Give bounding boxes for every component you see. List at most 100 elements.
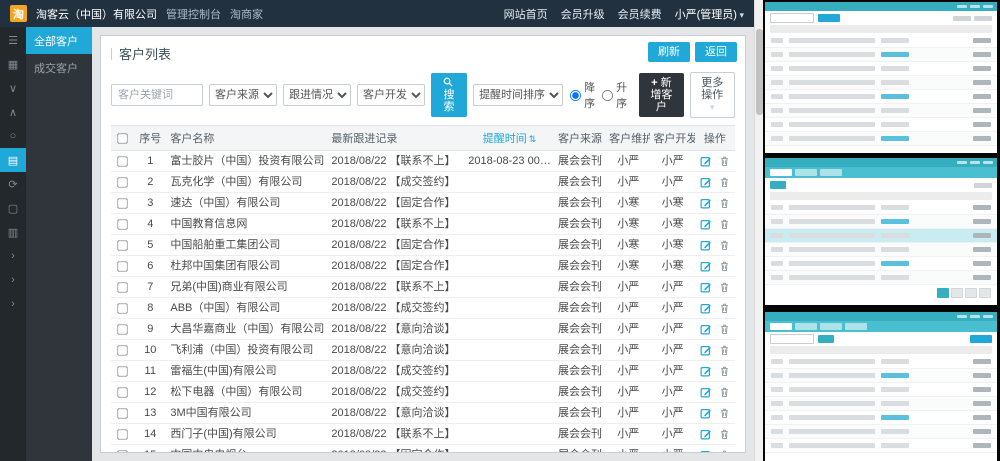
edit-icon[interactable] bbox=[700, 365, 712, 377]
edit-icon[interactable] bbox=[700, 407, 712, 419]
delete-icon[interactable] bbox=[719, 323, 730, 335]
remind-sort-select[interactable]: 提醒时间排序 bbox=[473, 84, 563, 106]
delete-icon[interactable] bbox=[719, 176, 730, 188]
customer-list-icon[interactable] bbox=[0, 148, 26, 172]
table-row: 7 兄弟(中国)商业有限公司 2018/08/22 【联系不上】 展会会刊 小严… bbox=[111, 277, 735, 298]
edit-icon[interactable] bbox=[700, 239, 712, 251]
chevron-up-icon[interactable] bbox=[0, 100, 26, 124]
user-menu[interactable]: 小严(管理员) bbox=[675, 6, 744, 22]
nav-upgrade-link[interactable]: 会员升级 bbox=[561, 6, 605, 22]
followup-select[interactable]: 跟进情况 bbox=[283, 84, 351, 106]
delete-icon[interactable] bbox=[719, 407, 730, 419]
edit-icon[interactable] bbox=[700, 386, 712, 398]
row-checkbox[interactable] bbox=[117, 219, 127, 229]
chevron-right-icon[interactable] bbox=[0, 244, 26, 268]
row-checkbox[interactable] bbox=[117, 177, 127, 187]
delete-icon[interactable] bbox=[719, 302, 730, 314]
nav-renew-link[interactable]: 会员续费 bbox=[618, 6, 662, 22]
box-icon[interactable] bbox=[0, 196, 26, 220]
sidebar-item-all-customers[interactable]: 全部客户 bbox=[26, 27, 92, 54]
row-checkbox[interactable] bbox=[117, 408, 127, 418]
vertical-scrollbar[interactable] bbox=[754, 0, 763, 461]
scrollbar-thumb[interactable] bbox=[756, 29, 763, 115]
cell-maintain: 小严 bbox=[606, 319, 650, 340]
edit-icon[interactable] bbox=[700, 281, 712, 293]
row-checkbox[interactable] bbox=[117, 366, 127, 376]
chevron-right-icon[interactable] bbox=[0, 292, 26, 316]
page-title: 客户列表 bbox=[119, 44, 171, 63]
cell-customer-name: 中国中央电视台 bbox=[167, 445, 328, 452]
row-checkbox[interactable] bbox=[117, 345, 127, 355]
delete-icon[interactable] bbox=[719, 218, 730, 230]
power-icon[interactable] bbox=[0, 124, 26, 148]
edit-icon[interactable] bbox=[700, 155, 712, 167]
header-buttons: 刷新 返回 bbox=[648, 42, 737, 62]
chevron-down-icon[interactable] bbox=[0, 76, 26, 100]
body-row: 全部客户 成交客户 客户列表 刷新 返回 bbox=[0, 27, 754, 461]
cell-source: 展会会刊 bbox=[554, 151, 606, 172]
delete-icon[interactable] bbox=[719, 428, 730, 440]
more-actions-button[interactable]: 更多操作 bbox=[690, 72, 735, 118]
preview-row bbox=[765, 439, 997, 453]
table-header-row: 序号 客户名称 最新跟进记录 提醒时间 客户来源 客户维护 客户开发 操作 bbox=[111, 126, 735, 151]
col-header-remind[interactable]: 提醒时间 bbox=[465, 126, 554, 151]
sort-desc-option[interactable]: 降序 bbox=[569, 79, 595, 111]
col-header-no: 序号 bbox=[133, 126, 167, 151]
nav-shop-link[interactable]: 淘商家 bbox=[230, 6, 263, 22]
delete-icon[interactable] bbox=[719, 197, 730, 209]
back-button[interactable]: 返回 bbox=[695, 42, 737, 62]
delete-icon[interactable] bbox=[719, 281, 730, 293]
delete-icon[interactable] bbox=[719, 239, 730, 251]
row-checkbox[interactable] bbox=[117, 198, 127, 208]
sort-asc-option[interactable]: 升序 bbox=[601, 79, 627, 111]
refresh-button[interactable]: 刷新 bbox=[648, 42, 690, 62]
edit-icon[interactable] bbox=[700, 176, 712, 188]
sort-asc-radio[interactable] bbox=[602, 90, 613, 101]
edit-icon[interactable] bbox=[700, 260, 712, 272]
delete-icon[interactable] bbox=[719, 260, 730, 272]
sort-desc-radio[interactable] bbox=[570, 90, 581, 101]
edit-icon[interactable] bbox=[700, 302, 712, 314]
delete-icon[interactable] bbox=[719, 344, 730, 356]
source-select[interactable]: 客户来源 bbox=[209, 84, 277, 106]
nav-home-link[interactable]: 网站首页 bbox=[504, 6, 548, 22]
cell-remind-time bbox=[465, 424, 554, 445]
delete-icon[interactable] bbox=[719, 155, 730, 167]
row-ops bbox=[698, 155, 732, 167]
delete-icon[interactable] bbox=[719, 449, 730, 452]
edit-icon[interactable] bbox=[700, 323, 712, 335]
row-checkbox[interactable] bbox=[117, 303, 127, 313]
delete-icon[interactable] bbox=[719, 386, 730, 398]
develop-select[interactable]: 客户开发 bbox=[357, 84, 425, 106]
row-checkbox[interactable] bbox=[117, 450, 127, 452]
apps-icon[interactable] bbox=[0, 52, 26, 76]
row-checkbox[interactable] bbox=[117, 282, 127, 292]
row-checkbox[interactable] bbox=[117, 429, 127, 439]
chevron-right-icon[interactable] bbox=[0, 268, 26, 292]
cell-no: 9 bbox=[133, 319, 167, 340]
refresh-icon[interactable] bbox=[0, 172, 26, 196]
select-all-checkbox[interactable] bbox=[117, 133, 127, 143]
menu-icon[interactable] bbox=[0, 28, 26, 52]
table-row: 3 速达（中国）有限公司 2018/08/22 【固定合作】 展会会刊 小寒 小… bbox=[111, 193, 735, 214]
keyword-input[interactable] bbox=[111, 84, 203, 106]
row-checkbox[interactable] bbox=[117, 261, 127, 271]
nav-console-link[interactable]: 管理控制台 bbox=[166, 6, 221, 22]
sidebar-item-deal-customers[interactable]: 成交客户 bbox=[26, 54, 92, 81]
edit-icon[interactable] bbox=[700, 197, 712, 209]
delete-icon[interactable] bbox=[719, 365, 730, 377]
edit-icon[interactable] bbox=[700, 449, 712, 452]
row-checkbox[interactable] bbox=[117, 156, 127, 166]
edit-icon[interactable] bbox=[700, 344, 712, 356]
row-checkbox[interactable] bbox=[117, 387, 127, 397]
search-button[interactable]: 搜索 bbox=[431, 73, 467, 117]
cell-source: 展会会刊 bbox=[554, 340, 606, 361]
row-checkbox[interactable] bbox=[117, 240, 127, 250]
chart-icon[interactable] bbox=[0, 220, 26, 244]
add-customer-button[interactable]: 新增客户 bbox=[639, 73, 684, 117]
cell-develop: 小严 bbox=[650, 361, 694, 382]
row-checkbox[interactable] bbox=[117, 324, 127, 334]
table-row: 4 中国教育信息网 2018/08/22 【联系不上】 展会会刊 小寒 小寒 bbox=[111, 214, 735, 235]
edit-icon[interactable] bbox=[700, 428, 712, 440]
edit-icon[interactable] bbox=[700, 218, 712, 230]
